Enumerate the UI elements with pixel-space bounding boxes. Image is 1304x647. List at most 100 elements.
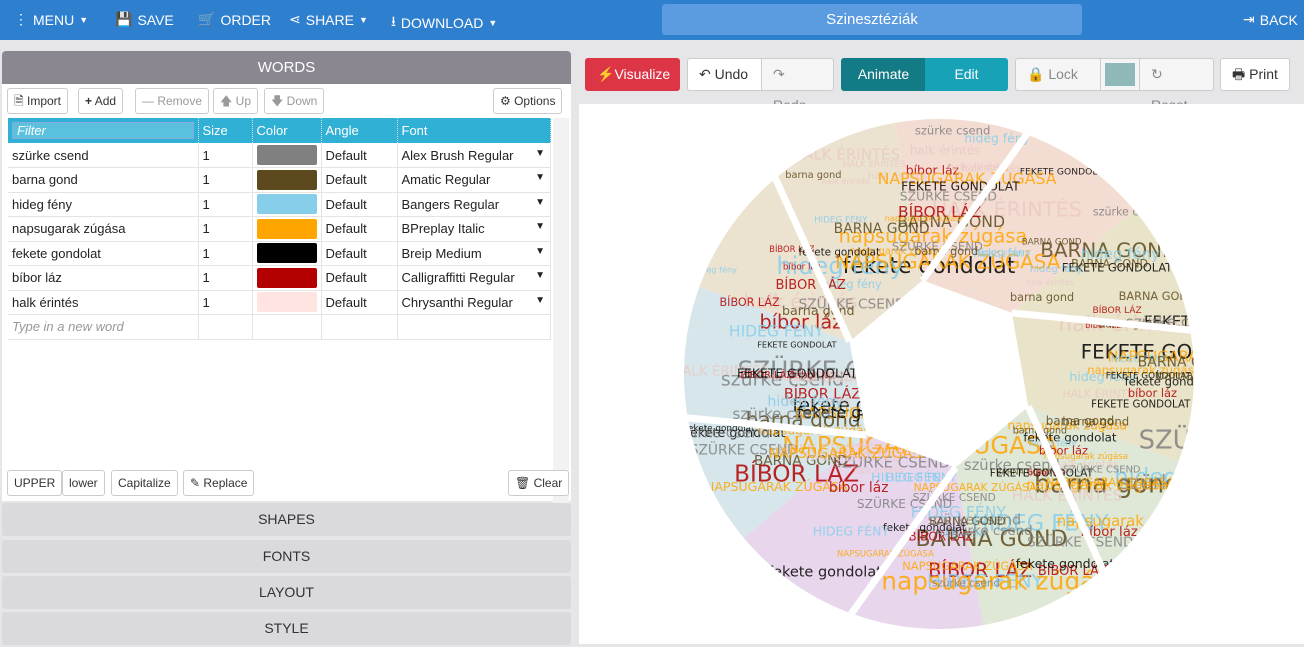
- cloud-word[interactable]: fekete gondolat: [768, 565, 882, 581]
- angle-cell[interactable]: Default: [321, 290, 398, 315]
- word-cell[interactable]: fekete gondolat: [8, 241, 199, 266]
- dropdown-arrow-icon[interactable]: ▼: [535, 270, 545, 281]
- cloud-word[interactable]: BÍBOR LÁZ: [720, 296, 780, 309]
- redo-button[interactable]: ↷ Redo: [761, 58, 834, 113]
- word-cell[interactable]: halk érintés: [8, 290, 199, 315]
- cloud-word[interactable]: hideg fény: [694, 265, 737, 275]
- font-cell[interactable]: Bangers Regular ▼: [397, 192, 551, 217]
- table-row[interactable]: napsugarak zúgása 1 Default BPreplay Ita…: [8, 216, 551, 242]
- edit-button[interactable]: Edit: [925, 58, 1008, 91]
- visualize-button[interactable]: ⚡Visualize: [585, 58, 680, 91]
- dropdown-arrow-icon[interactable]: ▼: [535, 148, 545, 159]
- cloud-word[interactable]: halk érintés: [822, 176, 870, 186]
- table-scrollbar[interactable]: [553, 118, 569, 513]
- color-cell[interactable]: [252, 265, 322, 291]
- size-cell[interactable]: 1: [198, 143, 253, 168]
- color-swatch[interactable]: [256, 169, 317, 190]
- cloud-word[interactable]: NAPSUGARAK ZÚGÁSA: [902, 558, 1032, 573]
- up-button[interactable]: 🡅 Up: [213, 88, 259, 114]
- table-row[interactable]: barna gond 1 Default Amatic Regular ▼: [8, 167, 551, 193]
- font-header[interactable]: Font: [397, 118, 551, 143]
- filter-input[interactable]: Filter: [12, 122, 194, 139]
- cloud-word[interactable]: FEKETE GONDOLAT: [901, 179, 1020, 193]
- cloud-word[interactable]: szürke csend: [915, 124, 991, 138]
- cloud-word[interactable]: FEKETE GONDOLAT: [1091, 400, 1191, 411]
- cloud-word[interactable]: BARNA GOND: [1119, 290, 1197, 303]
- animate-button[interactable]: Animate: [841, 58, 926, 91]
- angle-cell[interactable]: Default: [321, 265, 398, 291]
- table-row[interactable]: fekete gondolat 1 Default Breip Medium ▼: [8, 241, 551, 266]
- font-cell[interactable]: Breip Medium ▼: [397, 241, 551, 266]
- lock-color-button[interactable]: [1100, 58, 1140, 91]
- share-button[interactable]: ⋖ SHARE ▼: [289, 11, 368, 28]
- table-row[interactable]: hideg fény 1 Default Bangers Regular ▼: [8, 192, 551, 217]
- capitalize-button[interactable]: Capitalize: [111, 470, 178, 496]
- cloud-word[interactable]: SZÜRKE CSEND: [1063, 462, 1141, 475]
- back-button[interactable]: ⇥ BACK: [1243, 11, 1298, 28]
- section-layout[interactable]: LAYOUT: [2, 576, 571, 609]
- color-cell[interactable]: [252, 192, 322, 217]
- size-cell[interactable]: 1: [198, 167, 253, 193]
- replace-button[interactable]: ✎ Replace: [183, 470, 255, 496]
- font-cell[interactable]: Calligraffitti Regular ▼: [397, 265, 551, 291]
- lower-button[interactable]: lower: [62, 470, 105, 496]
- angle-cell[interactable]: Default: [321, 192, 398, 217]
- cloud-word[interactable]: barna gond: [1010, 291, 1074, 304]
- angle-cell[interactable]: Default: [321, 143, 398, 168]
- cloud-word[interactable]: barna gond: [1156, 369, 1230, 384]
- dropdown-arrow-icon[interactable]: ▼: [535, 221, 545, 232]
- reset-button[interactable]: ↻ Reset: [1139, 58, 1214, 113]
- word-cell[interactable]: szürke csend: [8, 143, 199, 168]
- table-row[interactable]: szürke csend 1 Default Alex Brush Regula…: [8, 143, 551, 168]
- cloud-word[interactable]: HALK ÉRINTÉS: [843, 158, 906, 170]
- clear-button[interactable]: 🗑 Clear: [508, 470, 570, 496]
- cloud-word[interactable]: NAPSUGARAK ZÚGÁSA: [837, 547, 934, 559]
- cloud-word[interactable]: napsugarak zúgása: [885, 213, 965, 223]
- dropdown-arrow-icon[interactable]: ▼: [535, 295, 545, 306]
- font-cell[interactable]: Amatic Regular ▼: [397, 167, 551, 193]
- word-cell[interactable]: napsugarak zúgása: [8, 216, 199, 242]
- section-fonts[interactable]: FONTS: [2, 540, 571, 573]
- options-button[interactable]: ⚙ Options: [493, 88, 563, 114]
- dropdown-arrow-icon[interactable]: ▼: [535, 197, 545, 208]
- cloud-word[interactable]: barna gond: [782, 303, 855, 318]
- cloud-word[interactable]: HIDEG FÉNY: [813, 523, 890, 538]
- save-button[interactable]: 💾 SAVE: [115, 11, 174, 28]
- angle-cell[interactable]: Default: [321, 167, 398, 193]
- cloud-word[interactable]: BARNA GOND: [834, 221, 930, 237]
- font-cell[interactable]: BPreplay Italic ▼: [397, 216, 551, 242]
- angle-cell[interactable]: Default: [321, 216, 398, 242]
- color-cell[interactable]: [252, 167, 322, 193]
- word-cloud-canvas[interactable]: szürke csend BARNA GOND hideg fény NAPSUGAR…: [579, 104, 1304, 644]
- color-swatch[interactable]: [256, 243, 317, 264]
- font-cell[interactable]: Chrysanthi Regular ▼: [397, 290, 551, 315]
- cloud-word[interactable]: BÍBOR LÁZ: [775, 277, 845, 293]
- upper-button[interactable]: UPPER: [7, 470, 63, 496]
- size-cell[interactable]: 1: [198, 241, 253, 266]
- cloud-word[interactable]: FEKETE GONDOLAT: [757, 339, 836, 349]
- project-title[interactable]: Szinesztéziák: [662, 4, 1082, 35]
- cloud-word[interactable]: bíbor láz: [829, 480, 889, 496]
- word-cloud[interactable]: szürke csend BARNA GOND hideg fény NAPSUGAR…: [579, 104, 1304, 644]
- cloud-word[interactable]: hideg fény: [1030, 263, 1083, 275]
- size-cell[interactable]: 1: [198, 290, 253, 315]
- cloud-word[interactable]: szürke csend: [1093, 206, 1165, 219]
- cloud-word[interactable]: bíbor láz: [1128, 386, 1177, 400]
- font-cell[interactable]: Alex Brush Regular ▼: [397, 143, 551, 168]
- color-swatch[interactable]: [256, 145, 317, 165]
- add-button[interactable]: + Add: [78, 88, 124, 114]
- print-button[interactable]: 🖶 Print: [1220, 58, 1290, 91]
- section-style[interactable]: STYLE: [2, 612, 571, 645]
- menu-button[interactable]: ⋮ MENU ▼: [14, 11, 88, 28]
- undo-button[interactable]: ↶ Undo: [687, 58, 762, 91]
- lock-button[interactable]: 🔒 Lock: [1015, 58, 1101, 91]
- size-cell[interactable]: 1: [198, 216, 253, 242]
- word-cell[interactable]: barna gond: [8, 167, 199, 193]
- angle-cell[interactable]: Default: [321, 241, 398, 266]
- color-cell[interactable]: [252, 241, 322, 266]
- table-row[interactable]: halk érintés 1 Default Chrysanthi Regula…: [8, 290, 551, 315]
- dropdown-arrow-icon[interactable]: ▼: [535, 246, 545, 257]
- cloud-word[interactable]: NAPSUGARAK ZÚGÁSA: [705, 479, 848, 494]
- color-swatch[interactable]: [256, 218, 317, 239]
- cloud-word[interactable]: halk érintés: [1026, 277, 1074, 287]
